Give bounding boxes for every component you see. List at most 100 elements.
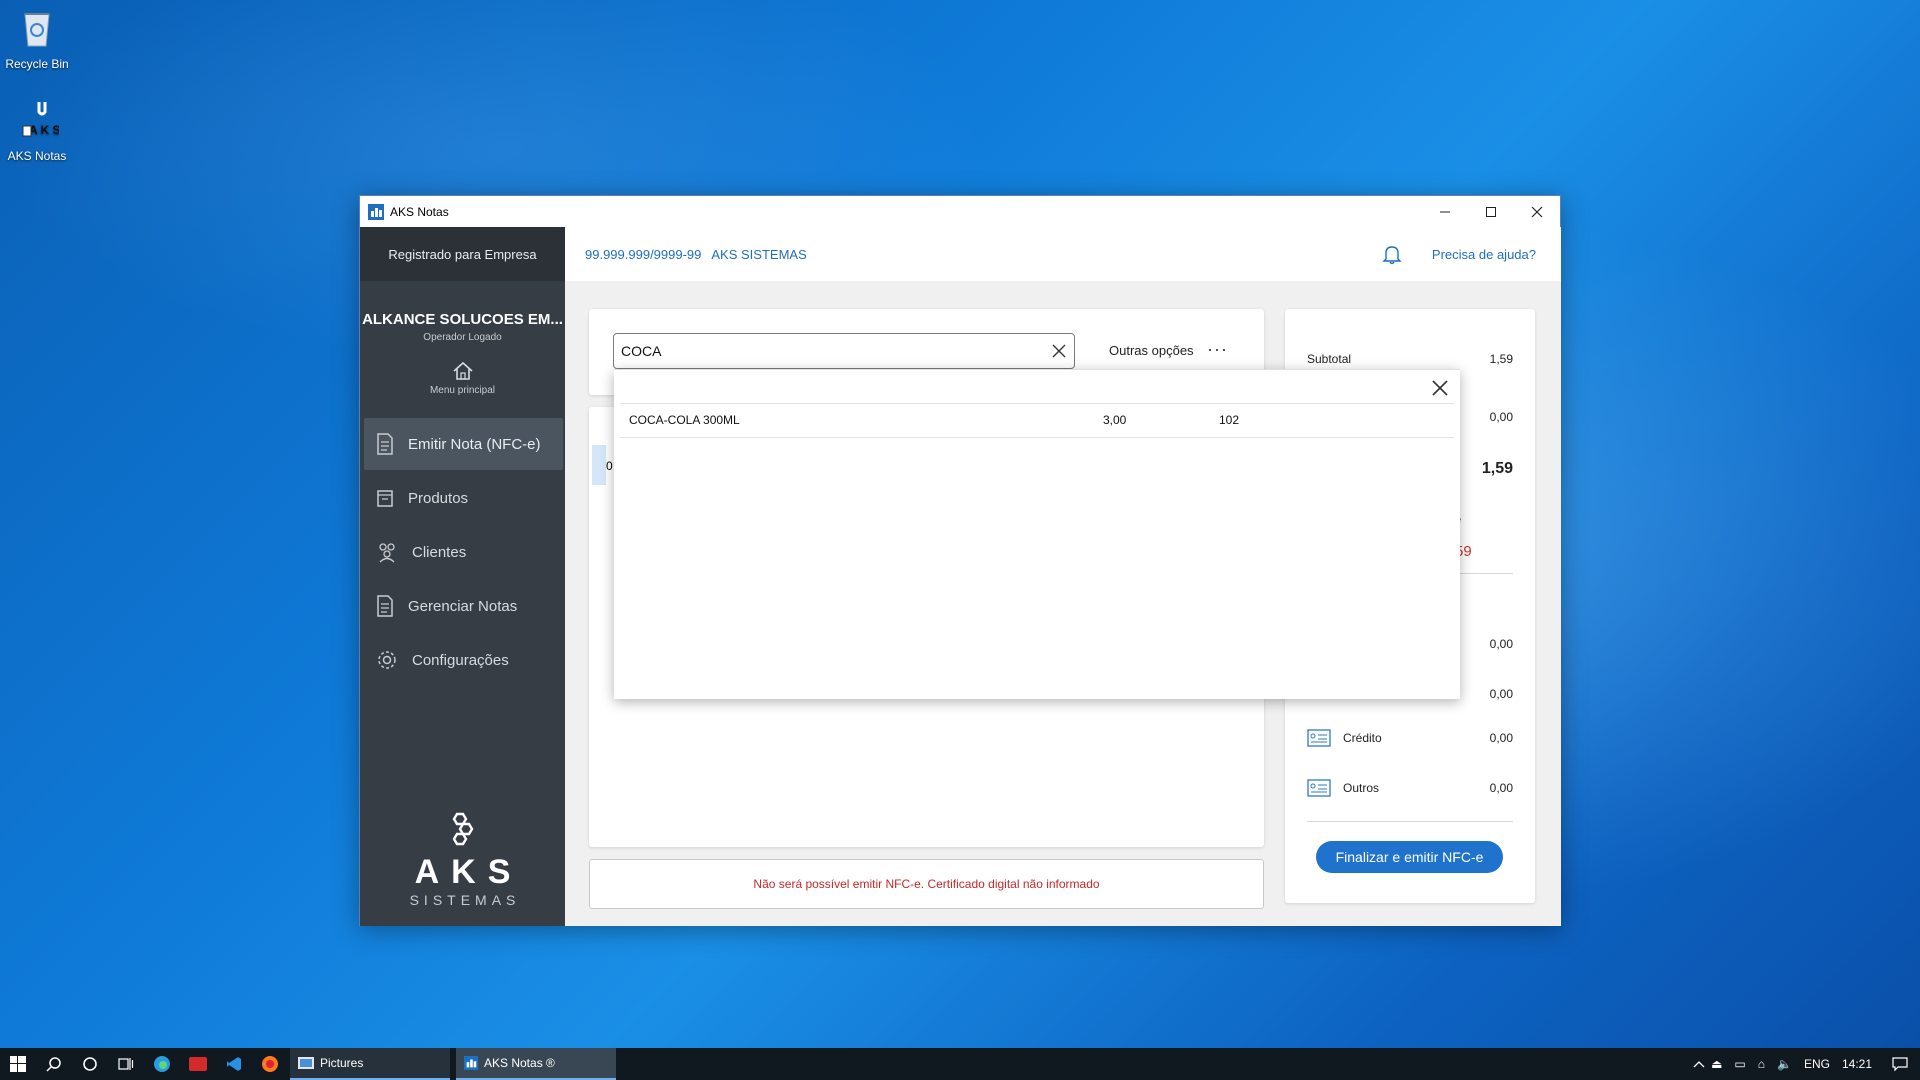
rad-taskbar-button[interactable] <box>180 1048 216 1080</box>
payment-label: Outros <box>1343 781 1380 795</box>
sidebar-item-label: Produtos <box>408 489 469 507</box>
payment-value: 0,00 <box>1489 731 1513 745</box>
sidebar-item-emitir-nota[interactable]: Emitir Nota (NFC-e) <box>364 418 563 470</box>
sidebar-nav: Emitir Nota (NFC-e) Produtos Clientes Ge… <box>360 418 565 686</box>
desktop-icon-label: AKS Notas <box>7 149 67 163</box>
sidebar-item-produtos[interactable]: Produtos <box>364 472 563 524</box>
aks-logo: AKS SISTEMAS <box>360 812 565 908</box>
search-results-popup: COCA-COLA 300ML 3,00 102 <box>614 369 1460 699</box>
app-icon <box>368 203 384 220</box>
windows-icon <box>10 1056 26 1072</box>
home-label: Menu principal <box>429 385 496 396</box>
maximize-icon <box>1486 206 1496 217</box>
logo-name: AKS <box>414 853 523 891</box>
bell-icon[interactable] <box>1382 243 1402 265</box>
registered-label: Registrado para Empresa <box>360 227 565 281</box>
sidebar-item-clientes[interactable]: Clientes <box>364 526 563 578</box>
help-link[interactable]: Precisa de ajuda? <box>1432 247 1536 262</box>
task-view-button[interactable] <box>108 1048 144 1080</box>
other-options-button[interactable]: Outras opções <box>1109 343 1194 358</box>
search-value: COCA <box>621 343 662 359</box>
payment-value: 0,00 <box>1489 637 1513 651</box>
subtotal-value: 1,59 <box>1489 352 1513 366</box>
desktop-icon-aks-notas[interactable]: A K S AKS Notas <box>0 98 77 163</box>
chevron-up-icon[interactable] <box>1693 1059 1705 1069</box>
payment-row-outros[interactable]: Outros 0,00 <box>1307 779 1513 797</box>
app-icon <box>464 1056 478 1070</box>
sidebar: Registrado para Empresa ALKANCE SOLUCOES… <box>360 227 565 926</box>
result-stock: 102 <box>1219 413 1240 427</box>
close-button[interactable] <box>1514 196 1560 227</box>
document-icon <box>377 433 393 455</box>
language-indicator[interactable]: ENG <box>1804 1057 1830 1071</box>
company-cnpj: 99.999.999/9999-99 <box>585 246 702 262</box>
payment-label: Crédito <box>1343 731 1382 745</box>
svg-text:A K S: A K S <box>29 123 59 137</box>
close-icon[interactable] <box>1430 378 1450 398</box>
item-row-fragment-text: 0 <box>606 459 613 473</box>
task-label: Pictures <box>320 1056 364 1070</box>
card-icon <box>1307 729 1331 747</box>
maximize-button[interactable] <box>1468 196 1514 227</box>
result-name: COCA-COLA 300ML <box>629 413 740 427</box>
search-icon <box>46 1057 61 1072</box>
certificate-warning: Não será possível emitir NFC-e. Certific… <box>589 859 1264 909</box>
clear-search-icon[interactable] <box>1052 344 1066 358</box>
start-button[interactable] <box>0 1048 36 1080</box>
battery-icon[interactable]: ▭ <box>1734 1057 1745 1071</box>
recycle-bin-icon <box>24 13 50 47</box>
network-icon[interactable]: ⌂ <box>1758 1057 1765 1071</box>
discount-value: 0,00 <box>1489 410 1513 424</box>
top-bar: 99.999.999/9999-99 AKS SISTEMAS Precisa … <box>565 227 1561 281</box>
company-name: ALKANCE SOLUCOES EM... <box>362 311 563 328</box>
subtotal-row: Subtotal 1,59 <box>1307 352 1513 366</box>
vscode-taskbar-button[interactable] <box>216 1048 252 1080</box>
operator-label: Operador Logado <box>423 332 502 343</box>
box-icon <box>377 490 393 507</box>
search-button[interactable] <box>36 1048 72 1080</box>
people-icon <box>379 543 395 563</box>
sidebar-item-configuracoes[interactable]: Configurações <box>364 634 563 686</box>
finish-emit-button[interactable]: Finalizar e emitir NFC-e <box>1316 841 1503 873</box>
card-icon <box>1307 779 1331 797</box>
taskbar-task-aks-notas[interactable]: AKS Notas ® <box>456 1048 616 1080</box>
cortana-icon <box>83 1057 97 1071</box>
task-view-icon <box>118 1058 134 1070</box>
desktop-icon-label: Recycle Bin <box>5 57 69 71</box>
minimize-button[interactable] <box>1422 196 1468 227</box>
window-title: AKS Notas <box>390 204 449 219</box>
search-result-row[interactable]: COCA-COLA 300ML 3,00 102 <box>629 413 1454 433</box>
edge-taskbar-button[interactable] <box>144 1048 180 1080</box>
notification-icon[interactable] <box>1892 1056 1908 1072</box>
payment-value: 0,00 <box>1489 781 1513 795</box>
clock[interactable]: 14:21 <box>1842 1057 1872 1071</box>
result-price: 3,00 <box>1103 413 1127 427</box>
home-icon <box>452 361 473 380</box>
more-options-icon[interactable]: ··· <box>1207 340 1228 358</box>
home-menu-button[interactable]: Menu principal <box>360 361 565 396</box>
sidebar-item-label: Clientes <box>412 543 467 561</box>
sidebar-item-label: Configurações <box>412 651 509 669</box>
folder-icon <box>298 1057 314 1069</box>
divider <box>620 403 1454 404</box>
sidebar-item-gerenciar-notas[interactable]: Gerenciar Notas <box>364 580 563 632</box>
divider <box>620 437 1454 438</box>
close-icon <box>1531 206 1543 217</box>
taskbar: Pictures AKS Notas ® ⏏ ▭ ⌂ 🔈 ENG 14:21 <box>0 1048 1920 1080</box>
sidebar-item-label: Emitir Nota (NFC-e) <box>408 435 541 453</box>
title-bar: AKS Notas <box>360 196 1560 227</box>
payment-row-credito[interactable]: Crédito 0,00 <box>1307 729 1513 747</box>
cortana-button[interactable] <box>72 1048 108 1080</box>
desktop-icon-recycle-bin[interactable]: Recycle Bin <box>0 6 77 71</box>
taskbar-task-pictures[interactable]: Pictures <box>290 1048 450 1080</box>
task-label: AKS Notas ® <box>484 1056 555 1070</box>
divider <box>1307 821 1513 822</box>
usb-icon[interactable]: ⏏ <box>1711 1057 1722 1071</box>
item-row-selected[interactable]: 0 <box>592 445 613 485</box>
product-search-input[interactable]: COCA <box>613 333 1075 369</box>
payment-value: 0,00 <box>1489 687 1513 701</box>
firefox-taskbar-button[interactable] <box>252 1048 288 1080</box>
subtotal-label: Subtotal <box>1307 352 1352 366</box>
volume-icon[interactable]: 🔈 <box>1777 1057 1792 1071</box>
company-firm-name: AKS SISTEMAS <box>711 246 807 262</box>
